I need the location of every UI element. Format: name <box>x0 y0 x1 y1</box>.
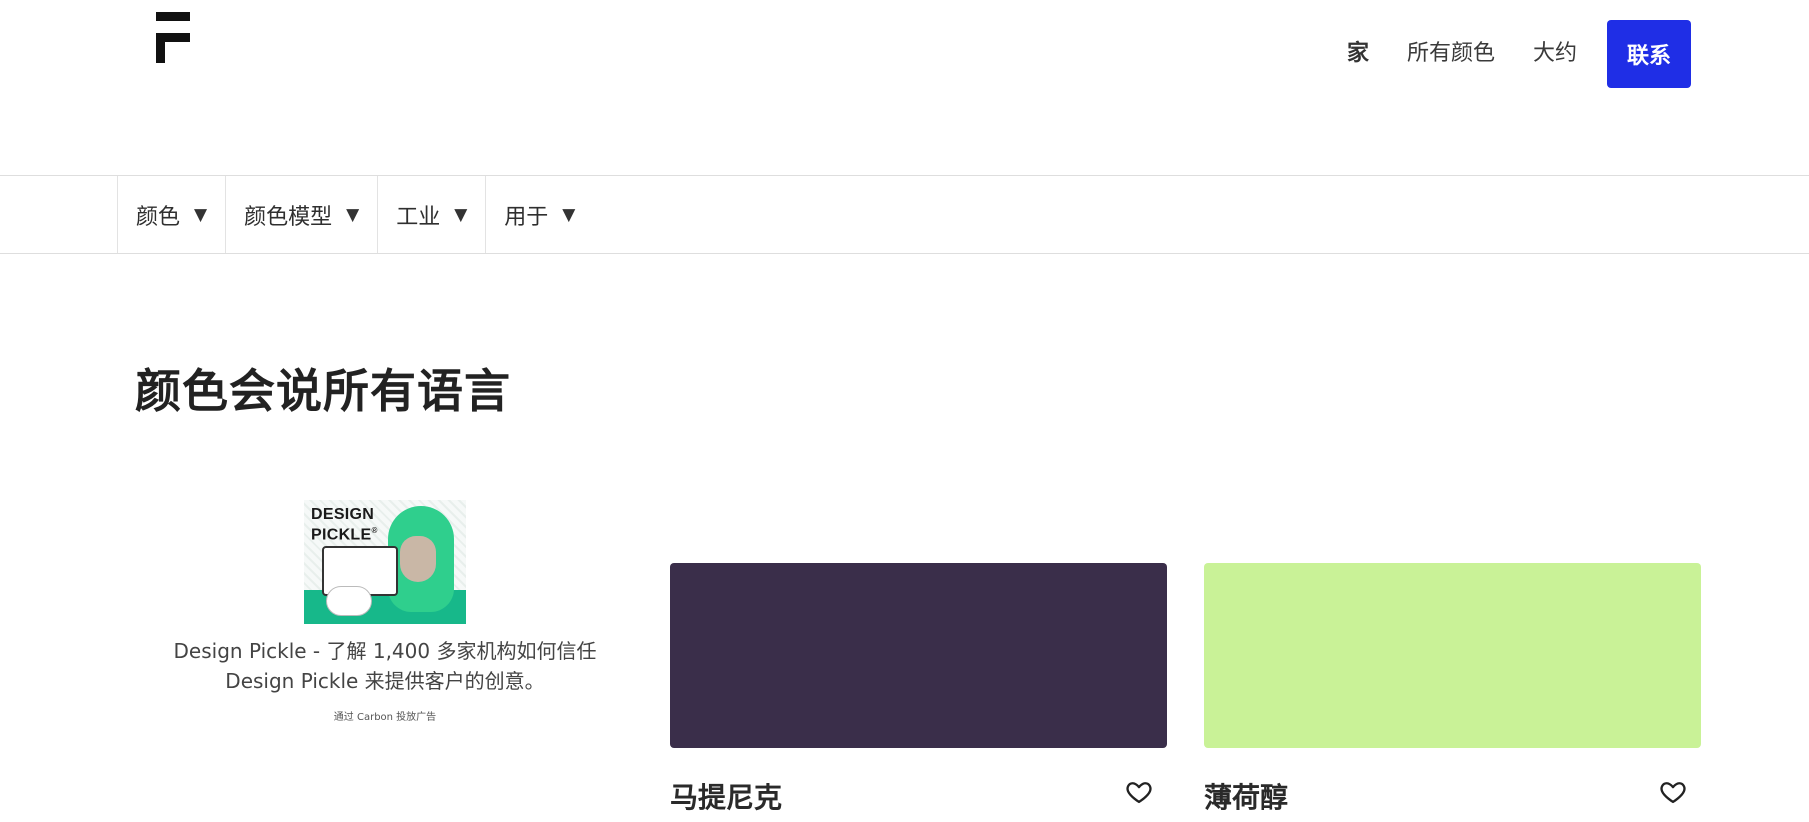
filter-bar: 颜色 ▼ 颜色模型 ▼ 工业 ▼ 用于 ▼ <box>0 175 1809 254</box>
color-card[interactable]: 马提尼克 <box>670 563 1167 816</box>
color-card-footer: 薄荷醇 <box>1204 776 1701 816</box>
carbon-ad: DESIGN PICKLE® Design Pickle - 了解 1,400 多… <box>140 500 630 723</box>
filter-industry-label: 工业 <box>396 204 441 230</box>
caret-down-icon: ▼ <box>562 204 576 225</box>
filter-menu: 颜色 ▼ 颜色模型 ▼ 工业 ▼ 用于 ▼ <box>117 176 593 253</box>
nav-all-colors[interactable]: 所有颜色 <box>1407 20 1495 88</box>
filter-usage-label: 用于 <box>504 204 549 230</box>
filter-color-label: 颜色 <box>136 204 181 230</box>
caret-down-icon: ▼ <box>194 204 208 225</box>
color-name[interactable]: 马提尼克 <box>670 781 782 814</box>
logo-bar-top <box>156 12 190 21</box>
color-card[interactable]: 薄荷醇 <box>1204 563 1701 816</box>
heart-icon[interactable] <box>1125 778 1153 806</box>
caret-down-icon: ▼ <box>346 204 360 225</box>
filter-color[interactable]: 颜色 ▼ <box>117 176 225 253</box>
heart-icon[interactable] <box>1659 778 1687 806</box>
logo[interactable] <box>156 12 190 63</box>
main-nav: 家 所有颜色 大约 联系 <box>1309 20 1691 88</box>
filter-industry[interactable]: 工业 ▼ <box>377 176 485 253</box>
contact-button[interactable]: 联系 <box>1607 20 1691 88</box>
page-title: 颜色会说所有语言 <box>135 364 511 418</box>
nav-about[interactable]: 大约 <box>1533 20 1577 88</box>
ad-text-link[interactable]: Design Pickle - 了解 1,400 多家机构如何信任 Design… <box>140 636 630 696</box>
logo-bar-stem <box>156 33 165 63</box>
nav-home[interactable]: 家 <box>1347 20 1369 88</box>
ad-image-brand: DESIGN PICKLE® <box>311 506 378 544</box>
hand-graphic <box>326 586 372 616</box>
filter-usage[interactable]: 用于 ▼ <box>485 176 593 253</box>
ad-image[interactable]: DESIGN PICKLE® <box>304 500 466 624</box>
ad-via-link[interactable]: 通过 Carbon 投放广告 <box>140 708 630 723</box>
color-card-footer: 马提尼克 <box>670 776 1167 816</box>
filter-color-model[interactable]: 颜色模型 ▼ <box>225 176 377 253</box>
site-header: 家 所有颜色 大约 联系 <box>0 0 1809 175</box>
color-swatch[interactable] <box>670 563 1167 748</box>
filter-color-model-label: 颜色模型 <box>244 204 333 230</box>
color-swatch[interactable] <box>1204 563 1701 748</box>
person-face <box>400 536 436 582</box>
caret-down-icon: ▼ <box>454 204 468 225</box>
color-name[interactable]: 薄荷醇 <box>1204 781 1288 814</box>
